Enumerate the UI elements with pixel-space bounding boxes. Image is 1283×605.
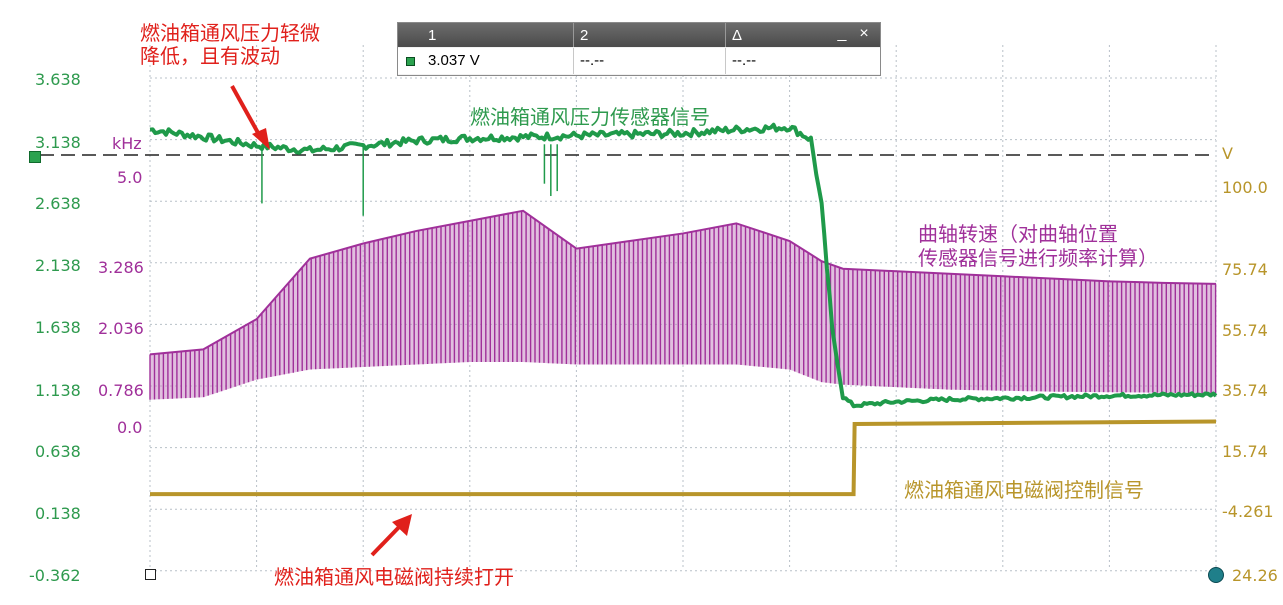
- green-axis-tick-label: 1.638: [35, 318, 81, 337]
- yellow-axis-unit: V: [1222, 144, 1233, 163]
- green-signal-annotation: 燃油箱通风压力传感器信号: [470, 105, 710, 129]
- channel-color-icon: [406, 57, 415, 66]
- yellow-axis-tick-label: -4.261: [1222, 502, 1274, 521]
- measurement-value-delta: --.--: [732, 52, 757, 69]
- cursor-handle[interactable]: [1208, 567, 1224, 583]
- purple-axis-tick-label: 0.0: [117, 418, 143, 437]
- valve-open-annotation: 燃油箱通风电磁阀持续打开: [274, 565, 514, 589]
- green-axis-tick-label: 1.138: [35, 381, 81, 400]
- yellow-axis-tick-label: 75.74: [1222, 260, 1268, 279]
- measurement-value-1: 3.037 V: [422, 48, 574, 74]
- purple-axis-tick-label: 0.786: [98, 381, 144, 400]
- yellow-axis-tick-label: 15.74: [1222, 442, 1268, 461]
- oscilloscope-view: 3.638 3.138 2.638 2.138 1.638 1.138 0.638 0.138…: [0, 0, 1283, 605]
- measurement-header: 1 2 Δ _ ×: [398, 23, 880, 47]
- green-channel-marker[interactable]: [29, 151, 41, 163]
- purple-axis-unit: kHz: [112, 134, 142, 153]
- close-button[interactable]: ×: [856, 25, 872, 43]
- pressure-drop-annotation: 燃油箱通风压力轻微 降低，且有波动: [140, 21, 320, 68]
- yellow-axis-tick-label: 100.0: [1222, 178, 1268, 197]
- purple-axis-tick-label: 5.0: [117, 168, 143, 187]
- green-axis-tick-label: 0.638: [35, 442, 81, 461]
- purple-axis-tick-label: 3.286: [98, 258, 144, 277]
- trigger-marker[interactable]: [145, 569, 156, 580]
- col-header-1: 1: [422, 23, 574, 47]
- purple-signal-annotation: 曲轴转速（对曲轴位置 传感器信号进行频率计算）: [918, 222, 1158, 270]
- yellow-axis-tick-label: 55.74: [1222, 321, 1268, 340]
- oscilloscope-plot: [40, 45, 1218, 572]
- green-axis-tick-label: 3.638: [35, 70, 81, 89]
- yellow-axis-tick-label: 24.26: [1232, 566, 1278, 585]
- purple-axis-tick-label: 2.036: [98, 319, 144, 338]
- col-header-2: 2: [574, 23, 726, 47]
- col-header-delta: Δ: [732, 27, 743, 44]
- minimize-button[interactable]: _: [834, 25, 850, 43]
- green-axis-tick-label: 0.138: [35, 504, 81, 523]
- yellow-signal-annotation: 燃油箱通风电磁阀控制信号: [904, 478, 1144, 502]
- yellow-axis-tick-label: 35.74: [1222, 381, 1268, 400]
- green-axis-tick-label: -0.362: [29, 566, 81, 585]
- green-axis-tick-label: 3.138: [35, 133, 81, 152]
- measurement-value-2: --.--: [574, 48, 726, 74]
- measurement-panel[interactable]: 1 2 Δ _ × 3.037 V --.-- --.--: [397, 22, 881, 76]
- measurement-row: 3.037 V --.-- --.--: [398, 48, 880, 74]
- arrow-valve-open: [370, 522, 404, 557]
- green-axis-tick-label: 2.138: [35, 256, 81, 275]
- green-axis-tick-label: 2.638: [35, 194, 81, 213]
